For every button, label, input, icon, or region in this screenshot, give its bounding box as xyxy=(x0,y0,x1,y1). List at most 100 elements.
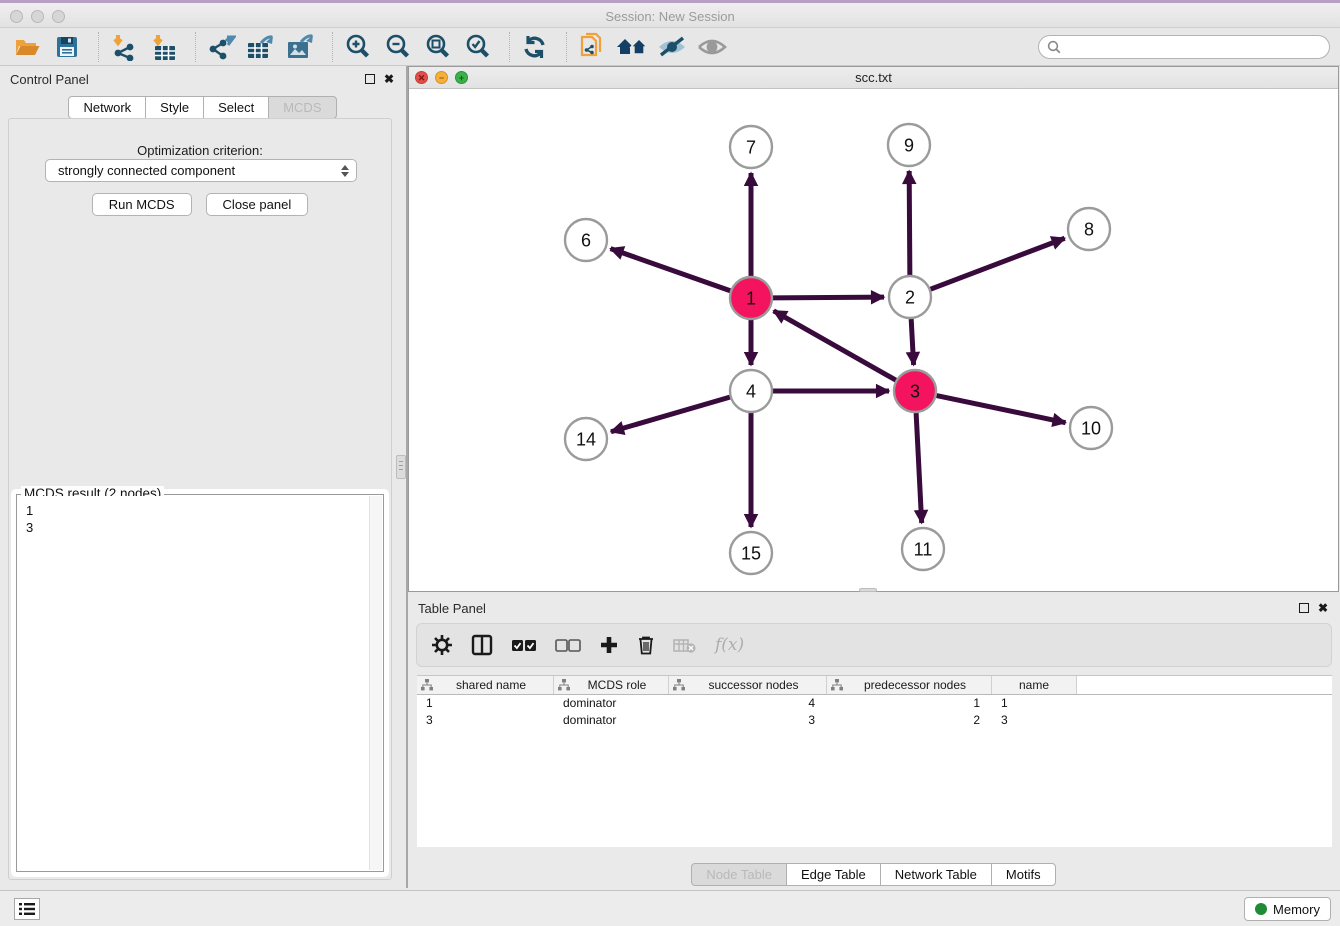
table-panel-title: Table Panel xyxy=(418,601,486,616)
zoom-fit-icon[interactable] xyxy=(421,32,455,62)
result-line: 3 xyxy=(26,519,374,536)
search-input[interactable] xyxy=(1038,35,1330,59)
add-column-icon[interactable] xyxy=(599,635,619,655)
delete-column-icon[interactable] xyxy=(637,635,655,655)
export-image-icon[interactable] xyxy=(284,32,318,62)
tab-select[interactable]: Select xyxy=(203,96,269,119)
network-canvas[interactable]: 7968124314101511 xyxy=(409,89,1338,591)
criterion-select[interactable]: strongly connected component xyxy=(45,159,357,182)
show-all-icon[interactable] xyxy=(695,32,729,62)
search-icon xyxy=(1047,40,1061,59)
deselect-all-icon[interactable] xyxy=(555,637,581,653)
status-bar: Memory xyxy=(0,890,1340,926)
graph-edge-1-6[interactable] xyxy=(611,249,731,291)
column-header-shared-name[interactable]: shared name xyxy=(417,676,554,694)
open-session-icon[interactable] xyxy=(10,32,44,62)
graph-edge-4-14[interactable] xyxy=(611,397,730,432)
mcds-result-list[interactable]: 1 3 xyxy=(18,496,382,870)
graph-edge-2-8[interactable] xyxy=(931,238,1065,289)
table-toolbar: f(x) xyxy=(416,623,1332,667)
mcds-result-box: MCDS result (2 nodes) 1 3 xyxy=(11,489,389,877)
app-titlebar: Session: New Session xyxy=(0,0,1340,28)
toolbar-separator xyxy=(98,32,99,62)
tab-network[interactable]: Network xyxy=(68,96,146,119)
node-table: shared name MCDS role successor nodes pr… xyxy=(417,675,1332,847)
hierarchy-icon xyxy=(831,679,843,691)
zoom-out-icon[interactable] xyxy=(381,32,415,62)
network-window-title: scc.txt xyxy=(409,70,1338,85)
graph-edge-2-9[interactable] xyxy=(909,171,910,275)
home-icon[interactable] xyxy=(615,32,649,62)
table-panel-tabs: Node Table Edge Table Network Table Moti… xyxy=(408,863,1340,886)
main-toolbar xyxy=(0,28,1340,66)
memory-button-label: Memory xyxy=(1273,902,1320,917)
control-panel: Control Panel ✖ Network Style Select MCD… xyxy=(0,66,406,888)
optimization-criterion-label: Optimization criterion: xyxy=(9,143,391,158)
function-builder-icon: f(x) xyxy=(715,635,744,655)
graph-edge-1-2[interactable] xyxy=(773,297,884,298)
control-panel-tabs: Network Style Select MCDS xyxy=(0,96,406,119)
graph-node-label-14: 14 xyxy=(576,429,596,449)
graph-edge-3-1[interactable] xyxy=(774,311,896,380)
search-field-wrap xyxy=(1038,35,1330,59)
result-scrollbar[interactable] xyxy=(369,496,382,870)
table-row[interactable]: 1 dominator 4 1 1 xyxy=(417,695,1332,712)
show-column-icon[interactable] xyxy=(471,634,493,656)
export-table-icon[interactable] xyxy=(244,32,278,62)
graph-node-label-3: 3 xyxy=(910,381,920,401)
result-line: 1 xyxy=(26,502,374,519)
toolbar-separator xyxy=(566,32,567,62)
tab-node-table[interactable]: Node Table xyxy=(691,863,787,886)
column-header-name[interactable]: name xyxy=(992,676,1077,694)
select-all-icon[interactable] xyxy=(511,637,537,653)
toolbar-separator xyxy=(195,32,196,62)
memory-button[interactable]: Memory xyxy=(1244,897,1331,921)
run-mcds-button[interactable]: Run MCDS xyxy=(92,193,192,216)
select-stepper-icon xyxy=(339,163,350,179)
control-panel-title: Control Panel xyxy=(10,72,89,87)
tab-mcds[interactable]: MCDS xyxy=(268,96,336,119)
close-panel-button[interactable]: Close panel xyxy=(206,193,309,216)
column-header-successor-nodes[interactable]: successor nodes xyxy=(669,676,827,694)
zoom-in-icon[interactable] xyxy=(341,32,375,62)
tab-motifs[interactable]: Motifs xyxy=(991,863,1056,886)
zoom-selected-icon[interactable] xyxy=(461,32,495,62)
tab-style[interactable]: Style xyxy=(145,96,204,119)
memory-status-icon xyxy=(1255,903,1267,915)
table-row[interactable]: 3 dominator 3 2 3 xyxy=(417,712,1332,729)
graph-node-label-10: 10 xyxy=(1081,418,1101,438)
graph-node-label-11: 11 xyxy=(914,539,933,559)
header-filler xyxy=(1077,676,1332,694)
import-network-icon[interactable] xyxy=(107,32,141,62)
window-resize-grip[interactable] xyxy=(859,588,877,592)
tab-network-table[interactable]: Network Table xyxy=(880,863,992,886)
hierarchy-icon xyxy=(421,679,433,691)
graph-node-label-7: 7 xyxy=(746,137,756,157)
graph-node-label-15: 15 xyxy=(741,543,761,563)
toolbar-separator xyxy=(332,32,333,62)
hide-selected-icon[interactable] xyxy=(655,32,689,62)
graph-node-label-6: 6 xyxy=(581,230,591,250)
tab-edge-table[interactable]: Edge Table xyxy=(786,863,881,886)
graph-node-label-1: 1 xyxy=(746,288,756,308)
panel-divider-grip[interactable] xyxy=(396,455,406,479)
float-panel-icon[interactable] xyxy=(365,74,375,84)
export-network-icon[interactable] xyxy=(204,32,238,62)
float-table-panel-icon[interactable] xyxy=(1299,603,1309,613)
save-session-icon[interactable] xyxy=(50,32,84,62)
close-panel-icon[interactable]: ✖ xyxy=(384,72,394,86)
column-header-mcds-role[interactable]: MCDS role xyxy=(554,676,669,694)
graph-edge-3-11[interactable] xyxy=(916,413,922,523)
refresh-icon[interactable] xyxy=(518,32,552,62)
graph-edge-3-10[interactable] xyxy=(937,396,1066,423)
graph-node-label-9: 9 xyxy=(904,135,914,155)
import-table-icon[interactable] xyxy=(147,32,181,62)
close-table-panel-icon[interactable]: ✖ xyxy=(1318,601,1328,615)
duplicate-network-icon[interactable] xyxy=(575,32,609,62)
network-graph[interactable]: 7968124314101511 xyxy=(409,89,1338,591)
column-header-predecessor-nodes[interactable]: predecessor nodes xyxy=(827,676,992,694)
network-window-titlebar[interactable]: ✕ − + scc.txt xyxy=(409,67,1338,89)
table-settings-gear-icon[interactable] xyxy=(431,634,453,656)
task-history-button[interactable] xyxy=(14,898,40,920)
graph-edge-2-3[interactable] xyxy=(911,319,913,365)
